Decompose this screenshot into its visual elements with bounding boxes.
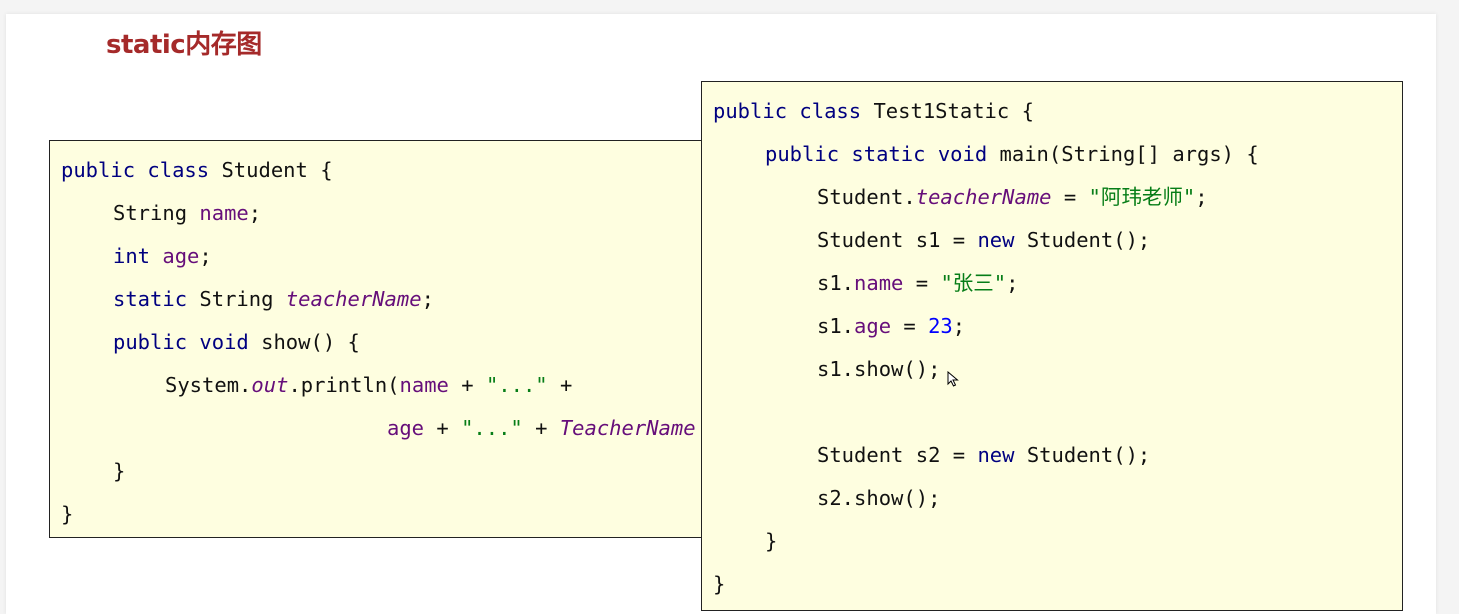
slide-title: static内存图 [106, 30, 262, 60]
code-text: String [113, 201, 200, 225]
code-keyword: class [799, 99, 862, 123]
code-line: String name; [113, 198, 261, 228]
code-string: "..." [461, 416, 523, 440]
code-static-field: teacherName [915, 185, 1052, 209]
code-string: "..." [485, 373, 548, 397]
code-field: name [399, 373, 449, 397]
code-keyword: new [977, 228, 1015, 252]
code-line: s2.show(); [817, 483, 940, 513]
code-text: Student. [817, 185, 916, 209]
code-field: age [162, 244, 200, 268]
code-line: age + "..." + TeacherName [387, 413, 696, 443]
code-text: ; [248, 201, 262, 225]
code-line: Student s2 = new Student(); [817, 440, 1150, 470]
code-text: Student s2 = [817, 443, 978, 467]
code-line: public static void main(String[] args) { [765, 139, 1259, 169]
code-text: Student(); [1014, 443, 1151, 467]
code-text: } [61, 502, 74, 526]
code-text: } [713, 572, 726, 596]
code-text: ; [952, 314, 966, 338]
code-field: name [199, 201, 249, 225]
code-text: + [522, 416, 560, 440]
code-text: + [424, 416, 462, 440]
code-text: = [903, 271, 941, 295]
code-line: Student s1 = new Student(); [817, 225, 1150, 255]
code-keyword: public [61, 158, 136, 182]
code-text: System. [165, 373, 252, 397]
code-line: } [765, 526, 777, 556]
code-line: Student.teacherName = "阿玮老师"; [817, 182, 1208, 212]
code-keyword: new [977, 443, 1015, 467]
code-static-field: teacherName [285, 287, 422, 311]
code-text: ; [421, 287, 434, 311]
code-string: "阿玮老师" [1088, 185, 1196, 209]
code-text: ; [1006, 271, 1019, 295]
code-number: 23 [928, 314, 953, 338]
code-text: Test1Static { [861, 99, 1034, 123]
code-text: Student(); [1014, 228, 1151, 252]
code-keyword: class [147, 158, 210, 182]
code-line: public class Student { [61, 155, 333, 185]
code-text: show() { [248, 330, 360, 354]
code-static-field: out [251, 373, 289, 397]
code-string: "张三" [940, 271, 1007, 295]
code-text: ; [1195, 185, 1208, 209]
code-keyword: static [851, 142, 926, 166]
code-text: = [1051, 185, 1089, 209]
code-text: ; [199, 244, 212, 268]
code-line: public void show() { [113, 327, 360, 357]
code-text: Student s1 = [817, 228, 978, 252]
code-keyword: public [713, 99, 788, 123]
code-text: String [187, 287, 286, 311]
code-text: = [891, 314, 929, 338]
code-text: } [113, 459, 126, 483]
code-text: s1.show(); [817, 357, 941, 381]
code-line: static String teacherName; [113, 284, 434, 314]
code-keyword: void [199, 330, 249, 354]
code-text: s1. [817, 314, 855, 338]
code-field: name [854, 271, 904, 295]
code-text: main(String[] args) { [987, 142, 1259, 166]
code-line: System.out.println(name + "..." + [165, 370, 572, 400]
code-line: s1.name = "张三"; [817, 268, 1018, 298]
code-text: s1. [817, 271, 855, 295]
code-line: s1.age = 23; [817, 311, 965, 341]
code-text: + [448, 373, 486, 397]
code-line: s1.show(); [817, 354, 940, 384]
code-line: } [61, 499, 73, 529]
code-text: Student { [209, 158, 333, 182]
code-text: } [765, 529, 778, 553]
code-keyword: public [113, 330, 188, 354]
code-keyword: public [765, 142, 840, 166]
student-class-code-box: public class Student { String name; int … [49, 140, 749, 538]
code-line: public class Test1Static { [713, 96, 1034, 126]
code-keyword: static [113, 287, 188, 311]
code-keyword: void [937, 142, 988, 166]
code-line: } [113, 456, 125, 486]
code-field: age [387, 416, 425, 440]
mouse-pointer-icon [947, 371, 959, 387]
code-line: } [713, 569, 725, 599]
code-field: age [854, 314, 892, 338]
code-text: s2.show(); [817, 486, 941, 510]
code-text: .println( [288, 373, 400, 397]
code-static-field: TeacherName [559, 416, 696, 440]
test1static-class-code-box: public class Test1Static { public static… [701, 81, 1403, 611]
code-keyword: int [113, 244, 151, 268]
code-line: int age; [113, 241, 212, 271]
code-text: + [547, 373, 573, 397]
